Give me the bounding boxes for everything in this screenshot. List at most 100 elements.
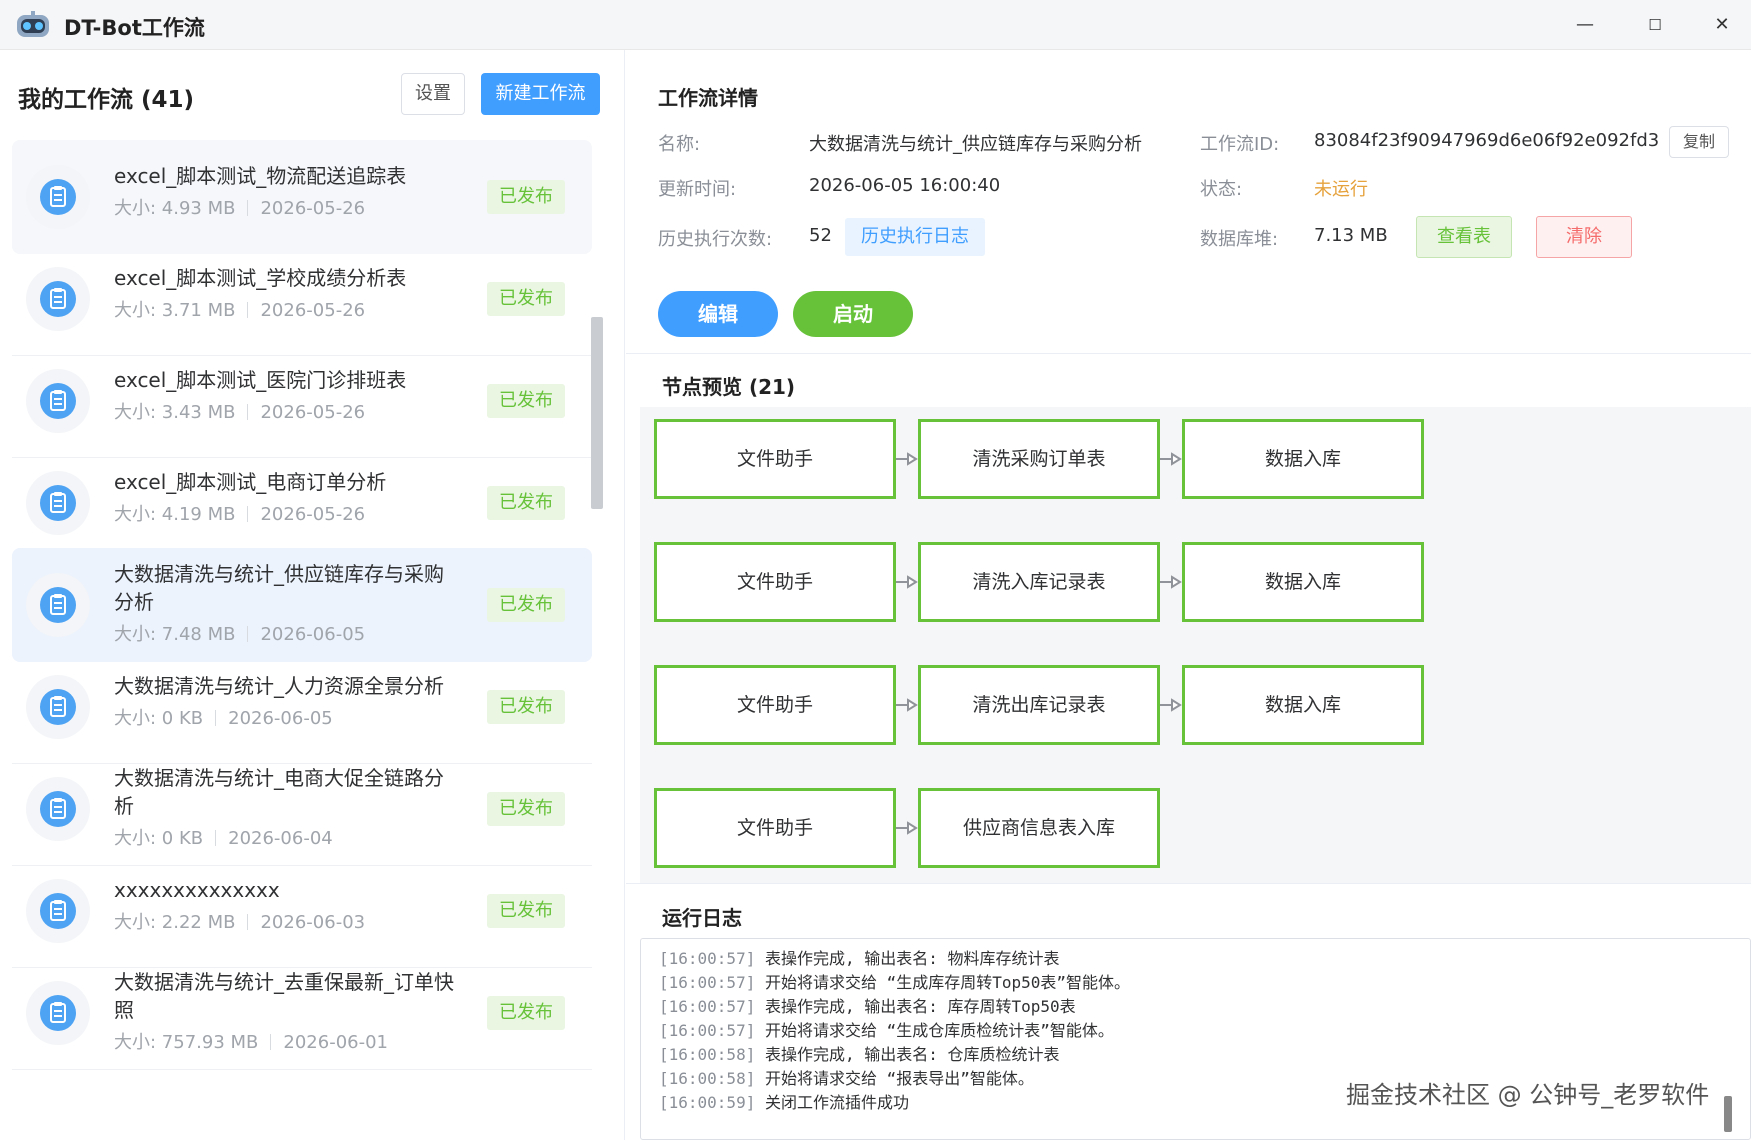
workflow-item[interactable]: 大数据清洗与统计_去重保最新_订单快照 大小: 757.93 MB 2026-06… [12,956,592,1070]
status-badge: 已发布 [487,281,565,316]
clear-button[interactable]: 清除 [1536,216,1632,258]
workflow-name: 大数据清洗与统计_去重保最新_订单快照 [114,970,454,1022]
node-box[interactable]: 文件助手 [654,419,896,499]
run-log-title: 运行日志 [662,906,742,930]
arrow-right-icon [896,698,918,712]
arrow-right-icon [896,575,918,589]
status-badge: 已发布 [487,588,565,622]
workflow-item[interactable]: xxxxxxxxxxxxxx 大小: 2.22 MB 2026-06-03 已发布 [12,854,592,968]
node-box[interactable]: 清洗入库记录表 [918,542,1160,622]
watermark: 掘金技术社区 @ 公钟号_老罗软件 [1346,1081,1710,1109]
arrow-right-icon [896,821,918,835]
node-preview-area: 文件助手 清洗采购订单表 数据入库 文件助手 清洗入库记录表 数据入库 文件助手… [640,407,1751,883]
status-badge: 已发布 [487,893,565,928]
settings-button[interactable]: 设置 [401,73,465,115]
workflow-meta: 大小: 3.43 MB 2026-05-26 [114,402,366,423]
db-label: 数据库堆: [1200,229,1279,250]
updated-value: 2026-06-05 16:00:40 [809,175,1001,196]
clipboard-icon [26,980,90,1045]
divider [626,883,1751,884]
workflow-detail-panel: 工作流详情 名称: 大数据清洗与统计_供应链库存与采购分析 工作流ID: 830… [626,50,1751,1140]
workflow-meta: 大小: 7.48 MB 2026-06-05 [114,624,366,645]
workflow-list-panel: 我的工作流 (41) 设置 新建工作流 excel_脚本测试_物流配送追踪表 大… [0,50,625,1140]
workflow-item[interactable]: excel_脚本测试_医院门诊排班表 大小: 3.43 MB 2026-05-26… [12,344,592,458]
status-value: 未运行 [1314,179,1368,200]
edit-button[interactable]: 编辑 [658,291,778,337]
node-box[interactable]: 数据入库 [1182,419,1424,499]
workflow-item[interactable]: excel_脚本测试_物流配送追踪表 大小: 4.93 MB 2026-05-26… [12,140,592,254]
workflow-item-selected[interactable]: 大数据清洗与统计_供应链库存与采购分析 大小: 7.48 MB 2026-06-0… [12,548,592,662]
clipboard-icon [26,165,90,229]
db-value: 7.13 MB [1314,225,1388,246]
workflow-meta: 大小: 757.93 MB 2026-06-01 [114,1032,388,1053]
status-badge: 已发布 [487,995,565,1030]
maximize-button[interactable]: ☐ [1640,12,1670,38]
status-badge: 已发布 [487,383,565,418]
workflow-meta: 大小: 4.19 MB 2026-05-26 [114,504,366,525]
close-button[interactable]: ✕ [1707,12,1737,38]
workflow-meta: 大小: 0 KB 2026-06-05 [114,708,333,729]
divider [626,353,1751,354]
workflow-item[interactable]: 大数据清洗与统计_电商大促全链路分析 大小: 0 KB 2026-06-04 已发… [12,752,592,866]
clipboard-icon [26,266,90,331]
workflow-name: excel_脚本测试_物流配送追踪表 [114,164,407,188]
status-badge: 已发布 [487,180,565,214]
workflow-name: 大数据清洗与统计_人力资源全景分析 [114,674,444,698]
clipboard-icon [26,674,90,739]
history-log-button[interactable]: 历史执行日志 [845,218,985,256]
log-scrollbar[interactable] [1724,1096,1732,1132]
node-box[interactable]: 供应商信息表入库 [918,788,1160,868]
workflow-list-title: 我的工作流 (41) [18,87,195,113]
view-table-button[interactable]: 查看表 [1416,216,1512,258]
workflow-meta: 大小: 0 KB 2026-06-04 [114,828,333,849]
log-line: [16:00:57] 开始将请求交给 “生成仓库质检统计表”智能体。 [659,1021,1114,1040]
clipboard-icon [26,878,90,943]
exec-count-label: 历史执行次数: [658,229,773,250]
new-workflow-button[interactable]: 新建工作流 [481,73,600,115]
arrow-right-icon [1160,452,1182,466]
updated-label: 更新时间: [658,179,737,200]
workflow-name: excel_脚本测试_电商订单分析 [114,470,387,494]
clipboard-icon [26,573,90,637]
list-scrollbar[interactable] [591,317,603,509]
log-line: [16:00:58] 表操作完成, 输出表名: 仓库质检统计表 [659,1045,1060,1064]
arrow-right-icon [896,452,918,466]
status-label: 状态: [1200,179,1243,200]
workflow-list: excel_脚本测试_物流配送追踪表 大小: 4.93 MB 2026-05-26… [0,140,624,1140]
workflow-name: xxxxxxxxxxxxxx [114,878,280,902]
status-badge: 已发布 [487,791,565,826]
start-button[interactable]: 启动 [793,291,913,337]
node-box[interactable]: 文件助手 [654,788,896,868]
app-title: DT-Bot工作流 [64,16,205,40]
workflow-meta: 大小: 2.22 MB 2026-06-03 [114,912,366,933]
id-label: 工作流ID: [1200,134,1280,155]
node-box[interactable]: 文件助手 [654,665,896,745]
workflow-name: 大数据清洗与统计_供应链库存与采购分析 [114,562,444,614]
arrow-right-icon [1160,698,1182,712]
workflow-item[interactable]: excel_脚本测试_学校成绩分析表 大小: 3.71 MB 2026-05-26… [12,242,592,356]
node-box[interactable]: 清洗出库记录表 [918,665,1160,745]
node-box[interactable]: 数据入库 [1182,542,1424,622]
node-box[interactable]: 数据入库 [1182,665,1424,745]
workflow-name: excel_脚本测试_学校成绩分析表 [114,266,407,290]
workflow-meta: 大小: 3.71 MB 2026-05-26 [114,300,366,321]
clipboard-icon [26,368,90,433]
node-preview-title: 节点预览 (21) [662,375,796,399]
minimize-button[interactable]: — [1570,12,1600,38]
workflow-item[interactable]: 大数据清洗与统计_人力资源全景分析 大小: 0 KB 2026-06-05 已发布 [12,650,592,764]
arrow-right-icon [1160,575,1182,589]
clipboard-icon [26,776,90,841]
workflow-name: excel_脚本测试_医院门诊排班表 [114,368,407,392]
log-line: [16:00:57] 表操作完成, 输出表名: 库存周转Top50表 [659,997,1076,1016]
node-box[interactable]: 清洗采购订单表 [918,419,1160,499]
status-badge: 已发布 [487,485,565,520]
clipboard-icon [26,470,90,535]
workflow-meta: 大小: 4.93 MB 2026-05-26 [114,198,366,219]
exec-count-value: 52 [809,225,832,246]
copy-button[interactable]: 复制 [1669,126,1729,158]
workflow-item[interactable]: excel_脚本测试_电商订单分析 大小: 4.19 MB 2026-05-26 … [12,446,592,560]
status-badge: 已发布 [487,689,565,724]
title-bar: DT-Bot工作流 — ☐ ✕ [0,0,1751,50]
id-value: 83084f23f90947969d6e06f92e092fd3 [1314,130,1660,151]
node-box[interactable]: 文件助手 [654,542,896,622]
